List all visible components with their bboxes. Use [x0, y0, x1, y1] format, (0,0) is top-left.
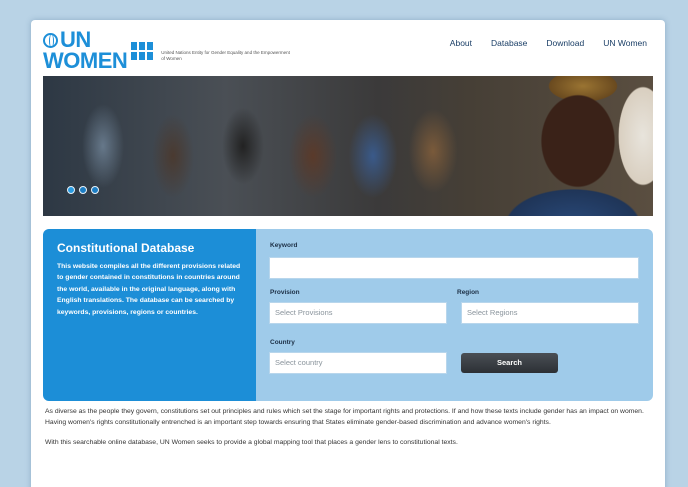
- provision-label: Provision: [270, 289, 300, 296]
- country-label: Country: [270, 339, 295, 346]
- provision-select[interactable]: Select Provisions: [269, 302, 447, 324]
- panel-description: This website compiles all the different …: [57, 263, 241, 316]
- page-frame: UN WOMEN United Nations Entity for Gende…: [31, 20, 665, 487]
- intro-text: As diverse as the people they govern, co…: [45, 406, 655, 457]
- logo-wordmark: UN WOMEN: [43, 29, 128, 73]
- panel-title: Constitutional Database: [57, 241, 195, 255]
- search-panel: Constitutional Database This website com…: [43, 229, 653, 401]
- keyword-input[interactable]: [269, 257, 639, 279]
- un-globe-icon: [43, 32, 58, 48]
- hero-image-slider: [43, 76, 653, 216]
- slider-dots: [67, 186, 99, 194]
- logo-subtitle: United Nations Entity for Gender Equalit…: [161, 49, 290, 61]
- region-label: Region: [457, 289, 480, 296]
- nav-download[interactable]: Download: [546, 38, 584, 48]
- country-select[interactable]: Select country: [269, 352, 447, 374]
- keyword-label: Keyword: [270, 242, 298, 249]
- intro-paragraph-1: As diverse as the people they govern, co…: [45, 408, 644, 426]
- region-select[interactable]: Select Regions: [461, 302, 639, 324]
- slider-dot-3[interactable]: [91, 186, 99, 194]
- slider-dot-2[interactable]: [79, 186, 87, 194]
- nav-database[interactable]: Database: [491, 38, 527, 48]
- un-women-emblem-icon: [131, 41, 154, 60]
- slider-dot-1[interactable]: [67, 186, 75, 194]
- search-form: Keyword Provision Select Provisions Regi…: [256, 229, 653, 401]
- un-women-logo[interactable]: UN WOMEN United Nations Entity for Gende…: [43, 29, 291, 73]
- nav-un-women[interactable]: UN Women: [603, 38, 647, 48]
- search-button[interactable]: Search: [461, 353, 558, 373]
- panel-intro: Constitutional Database This website com…: [43, 229, 256, 401]
- logo-line2: WOMEN: [43, 47, 128, 73]
- top-nav: About Database Download UN Women: [450, 38, 647, 48]
- intro-paragraph-2: With this searchable online database, UN…: [45, 439, 458, 446]
- nav-about[interactable]: About: [450, 38, 472, 48]
